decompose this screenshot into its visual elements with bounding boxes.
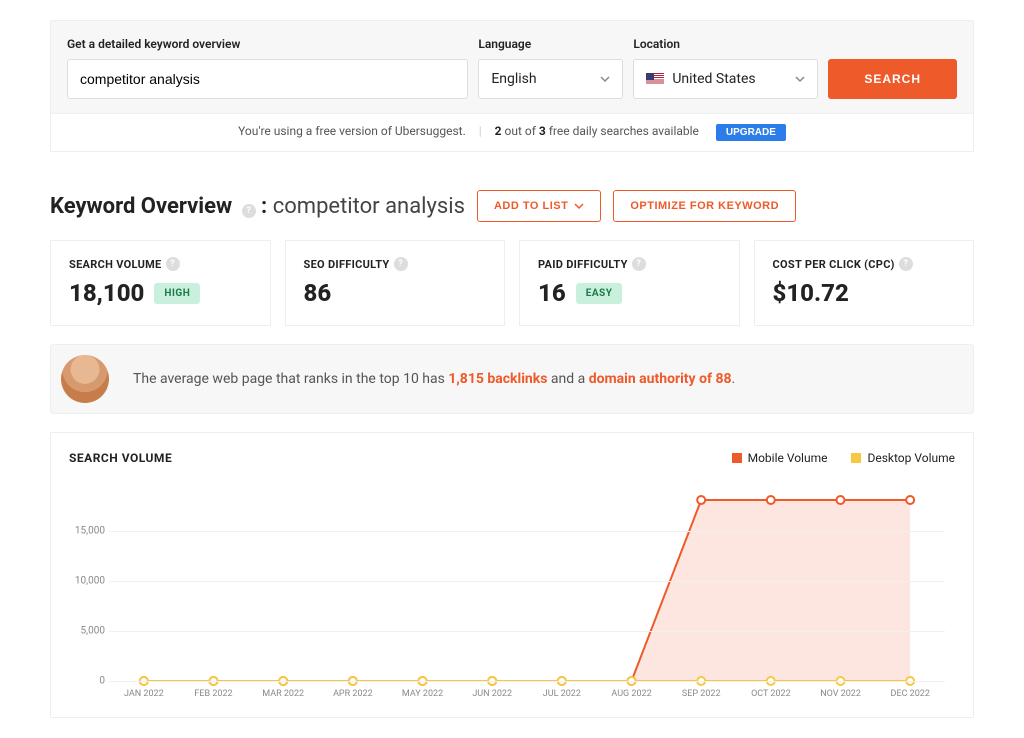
y-tick-label: 0 xyxy=(69,676,105,687)
paid-label: PAID DIFFICULTY xyxy=(538,258,628,271)
divider: | xyxy=(479,124,482,138)
chart-body: 05,00010,00015,000 xyxy=(109,481,945,681)
x-tick-label: OCT 2022 xyxy=(736,689,806,699)
title-keyword: competitor analysis xyxy=(273,194,465,219)
y-tick-label: 15,000 xyxy=(69,526,105,537)
notice-of: out of xyxy=(502,124,539,138)
x-tick-label: JAN 2022 xyxy=(109,689,179,699)
notice-suffix: free daily searches available xyxy=(546,124,699,138)
chart-panel: SEARCH VOLUME Mobile Volume Desktop Volu… xyxy=(50,432,974,718)
paid-badge: EASY xyxy=(576,283,623,304)
chart-x-labels: JAN 2022FEB 2022MAR 2022APR 2022MAY 2022… xyxy=(109,689,945,699)
searches-total: 3 xyxy=(539,124,546,138)
insight-p2: and a xyxy=(547,371,588,387)
sv-value: 18,100 xyxy=(69,279,144,307)
chevron-down-icon xyxy=(574,201,584,211)
legend-mobile-label: Mobile Volume xyxy=(748,451,828,465)
language-value: English xyxy=(491,71,536,87)
legend-desktop-label: Desktop Volume xyxy=(867,451,955,465)
chevron-down-icon xyxy=(600,74,610,84)
insight-p3: . xyxy=(732,371,736,387)
add-to-list-button[interactable]: ADD TO LIST xyxy=(477,190,601,222)
chart-legend: Mobile Volume Desktop Volume xyxy=(732,451,955,465)
insight-text: The average web page that ranks in the t… xyxy=(133,371,735,387)
x-tick-label: AUG 2022 xyxy=(597,689,667,699)
x-tick-label: MAR 2022 xyxy=(248,689,318,699)
search-button[interactable]: SEARCH xyxy=(828,59,957,99)
title-heading: Keyword Overview xyxy=(50,194,232,219)
legend-desktop: Desktop Volume xyxy=(851,451,955,465)
metric-seo-difficulty: SEO DIFFICULTY? 86 xyxy=(285,240,506,326)
us-flag-icon xyxy=(646,73,664,85)
seo-label: SEO DIFFICULTY xyxy=(304,258,390,271)
seo-value: 86 xyxy=(304,279,332,307)
metric-cpc: COST PER CLICK (CPC)? $10.72 xyxy=(754,240,975,326)
help-icon[interactable]: ? xyxy=(166,257,180,271)
keyword-label: Get a detailed keyword overview xyxy=(67,37,468,51)
help-icon[interactable]: ? xyxy=(394,257,408,271)
cpc-value: $10.72 xyxy=(773,279,849,307)
x-tick-label: DEC 2022 xyxy=(875,689,945,699)
language-select[interactable]: English xyxy=(478,59,623,99)
location-label: Location xyxy=(633,37,818,51)
swatch-yellow-icon xyxy=(851,453,861,463)
insight-da: domain authority of 88 xyxy=(589,371,732,387)
chevron-down-icon xyxy=(795,74,805,84)
sv-label: SEARCH VOLUME xyxy=(69,258,162,271)
sv-badge: HIGH xyxy=(154,283,200,304)
x-tick-label: NOV 2022 xyxy=(806,689,876,699)
page-title: Keyword Overview ? : competitor analysis xyxy=(50,194,465,219)
chart-title: SEARCH VOLUME xyxy=(69,451,172,465)
add-to-list-label: ADD TO LIST xyxy=(494,200,568,212)
swatch-orange-icon xyxy=(732,453,742,463)
notice-prefix: You're using a free version of Ubersugge… xyxy=(238,124,466,138)
search-panel: Get a detailed keyword overview Language… xyxy=(50,20,974,114)
help-icon[interactable]: ? xyxy=(632,257,646,271)
searches-remaining: 2 xyxy=(495,124,502,138)
help-icon[interactable]: ? xyxy=(899,257,913,271)
free-version-notice: You're using a free version of Ubersugge… xyxy=(50,114,974,152)
y-tick-label: 5,000 xyxy=(69,626,105,637)
insight-backlinks: 1,815 backlinks xyxy=(448,371,547,387)
metric-paid-difficulty: PAID DIFFICULTY? 16 EASY xyxy=(519,240,740,326)
title-sep: : xyxy=(261,194,273,219)
location-value: United States xyxy=(672,71,755,87)
x-tick-label: JUN 2022 xyxy=(457,689,527,699)
x-tick-label: SEP 2022 xyxy=(666,689,736,699)
cpc-label: COST PER CLICK (CPC) xyxy=(773,258,895,271)
language-label: Language xyxy=(478,37,623,51)
upgrade-button[interactable]: UPGRADE xyxy=(716,124,786,141)
legend-mobile: Mobile Volume xyxy=(732,451,828,465)
x-tick-label: JUL 2022 xyxy=(527,689,597,699)
optimize-keyword-button[interactable]: OPTIMIZE FOR KEYWORD xyxy=(613,190,796,222)
x-tick-label: FEB 2022 xyxy=(179,689,249,699)
location-select[interactable]: United States xyxy=(633,59,818,99)
metric-search-volume: SEARCH VOLUME? 18,100 HIGH xyxy=(50,240,271,326)
help-icon[interactable]: ? xyxy=(242,204,256,218)
insight-p1: The average web page that ranks in the t… xyxy=(133,371,448,387)
paid-value: 16 xyxy=(538,279,566,307)
x-tick-label: MAY 2022 xyxy=(388,689,458,699)
insight-banner: The average web page that ranks in the t… xyxy=(50,344,974,414)
x-tick-label: APR 2022 xyxy=(318,689,388,699)
avatar xyxy=(61,355,109,403)
y-tick-label: 10,000 xyxy=(69,576,105,587)
keyword-input[interactable] xyxy=(67,59,468,99)
